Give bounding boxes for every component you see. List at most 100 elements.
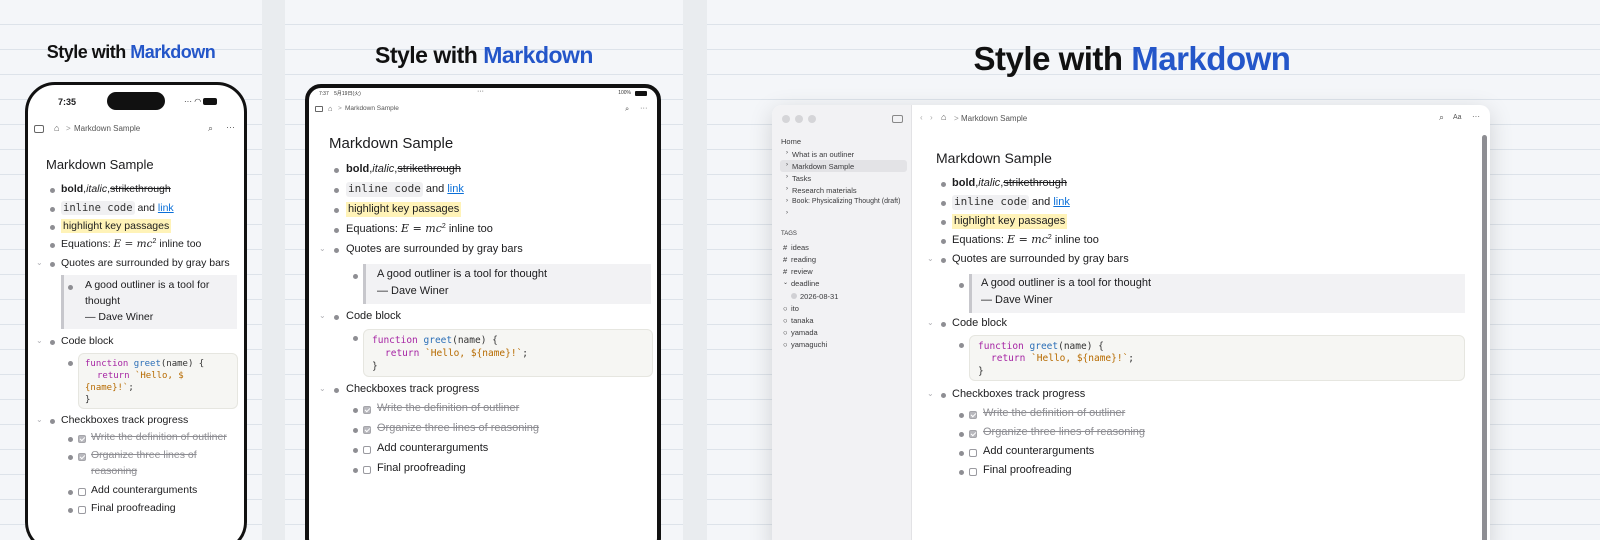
checkbox-checked[interactable] bbox=[363, 406, 371, 414]
code-line: inline too bbox=[445, 223, 493, 235]
collapse-chevron-icon[interactable]: ⌄ bbox=[319, 384, 326, 393]
outline-item[interactable]: Quotes are surrounded by gray bars bbox=[61, 256, 230, 270]
outline-item[interactable]: highlight key passages bbox=[61, 219, 172, 234]
inline-code: inline code bbox=[952, 195, 1029, 210]
checkbox-unchecked[interactable] bbox=[78, 506, 86, 514]
checkbox-unchecked[interactable] bbox=[363, 466, 371, 474]
chevron-left-icon[interactable]: ‹ bbox=[920, 113, 923, 122]
breadcrumb-page[interactable]: Markdown Sample bbox=[345, 105, 399, 112]
house-icon[interactable]: ⌂ bbox=[54, 123, 59, 133]
outline-item[interactable]: Checkboxes track progress bbox=[61, 413, 188, 427]
tag-item[interactable]: yamaguchi bbox=[791, 340, 827, 349]
ellipsis-icon[interactable]: ··· bbox=[1472, 112, 1480, 121]
collapse-chevron-icon[interactable]: ⌄ bbox=[927, 254, 934, 263]
headline-prefix: Style with bbox=[46, 42, 131, 62]
sidebar-page[interactable]: What is an outliner bbox=[792, 150, 854, 159]
ellipsis-icon[interactable]: ··· bbox=[640, 103, 648, 112]
outline-item[interactable]: Code block bbox=[952, 316, 1007, 331]
collapse-chevron-icon[interactable]: ⌄ bbox=[927, 389, 934, 398]
bullet-dot bbox=[959, 283, 964, 288]
magnifier-icon[interactable]: ⌕ bbox=[208, 123, 213, 134]
outline-item[interactable]: Quotes are surrounded by gray bars bbox=[952, 252, 1129, 267]
text-format-button[interactable]: Aa bbox=[1453, 114, 1462, 121]
collapse-chevron-icon[interactable]: ⌄ bbox=[36, 336, 43, 345]
inline-code: inline code bbox=[346, 182, 423, 197]
tag-item[interactable]: 2026-08-31 bbox=[800, 292, 838, 301]
link[interactable]: link bbox=[158, 201, 174, 215]
outline-item[interactable]: bold, italic, strikethrough bbox=[346, 162, 461, 177]
magnifier-icon[interactable]: ⌕ bbox=[1439, 112, 1444, 123]
tag-item[interactable]: ito bbox=[791, 304, 799, 313]
breadcrumb-page[interactable]: Markdown Sample bbox=[961, 114, 1027, 123]
outline-item[interactable]: highlight key passages bbox=[952, 214, 1068, 229]
outline-item[interactable]: bold, italic, strikethrough bbox=[952, 176, 1067, 191]
checkbox-unchecked[interactable] bbox=[969, 449, 977, 457]
tag-item[interactable]: review bbox=[791, 267, 813, 276]
collapse-chevron-icon[interactable]: ⌄ bbox=[319, 244, 326, 253]
outline-item[interactable]: highlight key passages bbox=[346, 202, 462, 217]
sidebar-page[interactable]: Tasks bbox=[792, 174, 811, 183]
checkbox-checked[interactable] bbox=[969, 430, 977, 438]
house-icon[interactable]: ⌂ bbox=[328, 104, 333, 113]
tag-item[interactable]: reading bbox=[791, 255, 816, 264]
collapse-chevron-icon[interactable]: ⌄ bbox=[36, 415, 43, 424]
sidebar-home[interactable]: Home bbox=[781, 137, 801, 146]
collapse-chevron-icon[interactable]: ⌄ bbox=[36, 258, 43, 267]
tag-item[interactable]: yamada bbox=[791, 328, 818, 337]
ellipsis-icon[interactable]: ··· bbox=[226, 122, 235, 132]
code-keyword: function bbox=[85, 359, 129, 369]
outline-item[interactable]: Code block bbox=[346, 309, 401, 324]
sidebar-icon[interactable] bbox=[315, 106, 323, 112]
outline-item[interactable]: Equations: E = mc 2 inline too bbox=[952, 233, 1099, 248]
sidebar-icon[interactable] bbox=[34, 125, 44, 133]
magnifier-icon[interactable]: ⌕ bbox=[625, 104, 629, 114]
tag-item[interactable]: ideas bbox=[791, 243, 809, 252]
minimize-window-button[interactable] bbox=[795, 115, 803, 123]
disclosure-icon[interactable]: › bbox=[786, 186, 788, 192]
collapse-chevron-icon[interactable]: ⌄ bbox=[319, 311, 326, 320]
outline-item[interactable]: Equations: E = mc 2 inline too bbox=[61, 237, 201, 251]
outline-item[interactable]: Checkboxes track progress bbox=[952, 387, 1085, 402]
hash-icon: # bbox=[783, 267, 788, 276]
outline-item[interactable]: Equations: E = mc 2 inline too bbox=[346, 222, 493, 237]
sidebar-icon[interactable] bbox=[892, 115, 903, 123]
zoom-window-button[interactable] bbox=[808, 115, 816, 123]
disclosure-icon[interactable]: › bbox=[786, 198, 788, 204]
disclosure-icon[interactable]: › bbox=[786, 150, 788, 156]
sidebar-page-selected[interactable]: Markdown Sample bbox=[792, 162, 854, 171]
tag-item[interactable]: tanaka bbox=[791, 316, 814, 325]
outline-item[interactable]: Checkboxes track progress bbox=[346, 382, 479, 397]
chevron-down-icon[interactable]: ⌄ bbox=[783, 279, 788, 286]
breadcrumb-page[interactable]: Markdown Sample bbox=[74, 124, 140, 133]
disclosure-icon[interactable]: › bbox=[786, 174, 788, 180]
scrollbar[interactable] bbox=[1482, 135, 1487, 540]
bullet-dot bbox=[50, 188, 55, 193]
outline-item[interactable]: inline code and link bbox=[346, 182, 464, 197]
checkbox-checked[interactable] bbox=[969, 411, 977, 419]
close-window-button[interactable] bbox=[782, 115, 790, 123]
house-icon[interactable]: ⌂ bbox=[941, 112, 946, 122]
chevron-right-icon[interactable]: › bbox=[930, 113, 933, 122]
outline-item[interactable]: Quotes are surrounded by gray bars bbox=[346, 242, 523, 257]
bullet-dot bbox=[68, 285, 73, 290]
outline-item[interactable]: bold, italic, strikethrough bbox=[61, 182, 171, 196]
link[interactable]: link bbox=[447, 182, 464, 197]
code-string: `Hello, $ bbox=[134, 371, 184, 382]
disclosure-icon[interactable]: › bbox=[786, 162, 788, 168]
checkbox-checked[interactable] bbox=[78, 453, 86, 461]
checkbox-checked[interactable] bbox=[78, 435, 86, 443]
tag-item[interactable]: deadline bbox=[791, 279, 819, 288]
disclosure-icon[interactable]: › bbox=[786, 210, 788, 216]
collapse-chevron-icon[interactable]: ⌄ bbox=[927, 318, 934, 327]
outline-item[interactable]: Code block bbox=[61, 334, 114, 348]
checkbox-unchecked[interactable] bbox=[363, 446, 371, 454]
checkbox-unchecked[interactable] bbox=[78, 488, 86, 496]
code-plain: } bbox=[85, 395, 91, 406]
link[interactable]: link bbox=[1053, 195, 1070, 210]
outline-item[interactable]: inline code and link bbox=[61, 201, 174, 216]
sidebar-page[interactable]: Research materials bbox=[792, 186, 857, 195]
sidebar-page[interactable]: Book: Physicalizing Thought (draft) bbox=[792, 198, 900, 205]
checkbox-checked[interactable] bbox=[363, 426, 371, 434]
outline-item[interactable]: inline code and link bbox=[952, 195, 1070, 210]
checkbox-unchecked[interactable] bbox=[969, 468, 977, 476]
